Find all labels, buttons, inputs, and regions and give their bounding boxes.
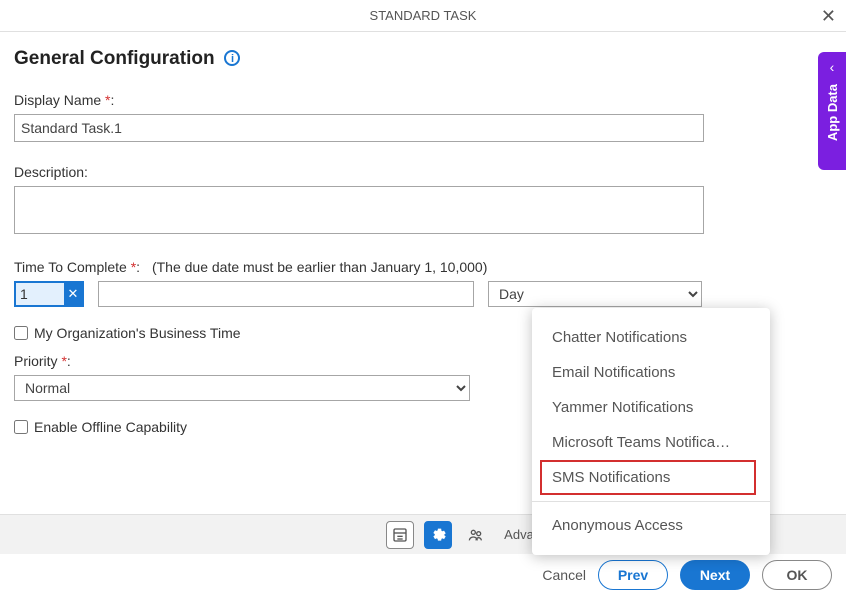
prev-button[interactable]: Prev (598, 560, 668, 590)
cancel-button[interactable]: Cancel (542, 567, 586, 583)
popup-item-sms[interactable]: SMS Notifications (540, 460, 756, 495)
popup-item-email[interactable]: Email Notifications (532, 355, 770, 390)
chevron-left-icon: ‹ (830, 60, 835, 74)
time-unit-select[interactable]: Day (488, 281, 702, 307)
next-button[interactable]: Next (680, 560, 750, 590)
dialog-titlebar: STANDARD TASK ✕ (0, 0, 846, 32)
business-time-checkbox[interactable] (14, 326, 28, 340)
popup-item-anonymous[interactable]: Anonymous Access (532, 508, 770, 543)
ok-button[interactable]: OK (762, 560, 832, 590)
people-icon[interactable] (462, 521, 490, 549)
time-hint: (The due date must be earlier than Janua… (152, 259, 487, 275)
offline-checkbox[interactable] (14, 420, 28, 434)
display-name-input[interactable] (14, 114, 704, 142)
page-title: General Configuration (14, 48, 215, 70)
close-icon[interactable]: ✕ (821, 0, 836, 32)
clear-icon[interactable]: ✕ (64, 283, 82, 305)
app-data-label: App Data (825, 84, 840, 141)
popup-item-chatter[interactable]: Chatter Notifications (532, 320, 770, 355)
popup-item-teams[interactable]: Microsoft Teams Notifica… (532, 425, 770, 460)
business-time-label: My Organization's Business Time (34, 325, 241, 341)
description-input[interactable] (14, 186, 704, 234)
time-number-wrapper: ✕ (14, 281, 84, 307)
description-label: Description: (14, 164, 832, 180)
dialog-title: STANDARD TASK (370, 8, 477, 23)
info-icon[interactable]: i (224, 50, 240, 66)
popup-divider (532, 501, 770, 502)
dialog-footer: Cancel Prev Next OK (0, 554, 846, 596)
gear-icon[interactable] (424, 521, 452, 549)
notifications-popup: Chatter Notifications Email Notification… (532, 308, 770, 555)
time-to-complete-label: Time To Complete *: (The due date must b… (14, 259, 832, 275)
app-data-tab[interactable]: ‹ App Data (818, 52, 846, 170)
priority-select[interactable]: Normal (14, 375, 470, 401)
offline-label: Enable Offline Capability (34, 419, 187, 435)
display-name-label: Display Name *: (14, 92, 832, 108)
popup-item-yammer[interactable]: Yammer Notifications (532, 390, 770, 425)
time-spacer-input[interactable] (98, 281, 474, 307)
form-icon[interactable] (386, 521, 414, 549)
